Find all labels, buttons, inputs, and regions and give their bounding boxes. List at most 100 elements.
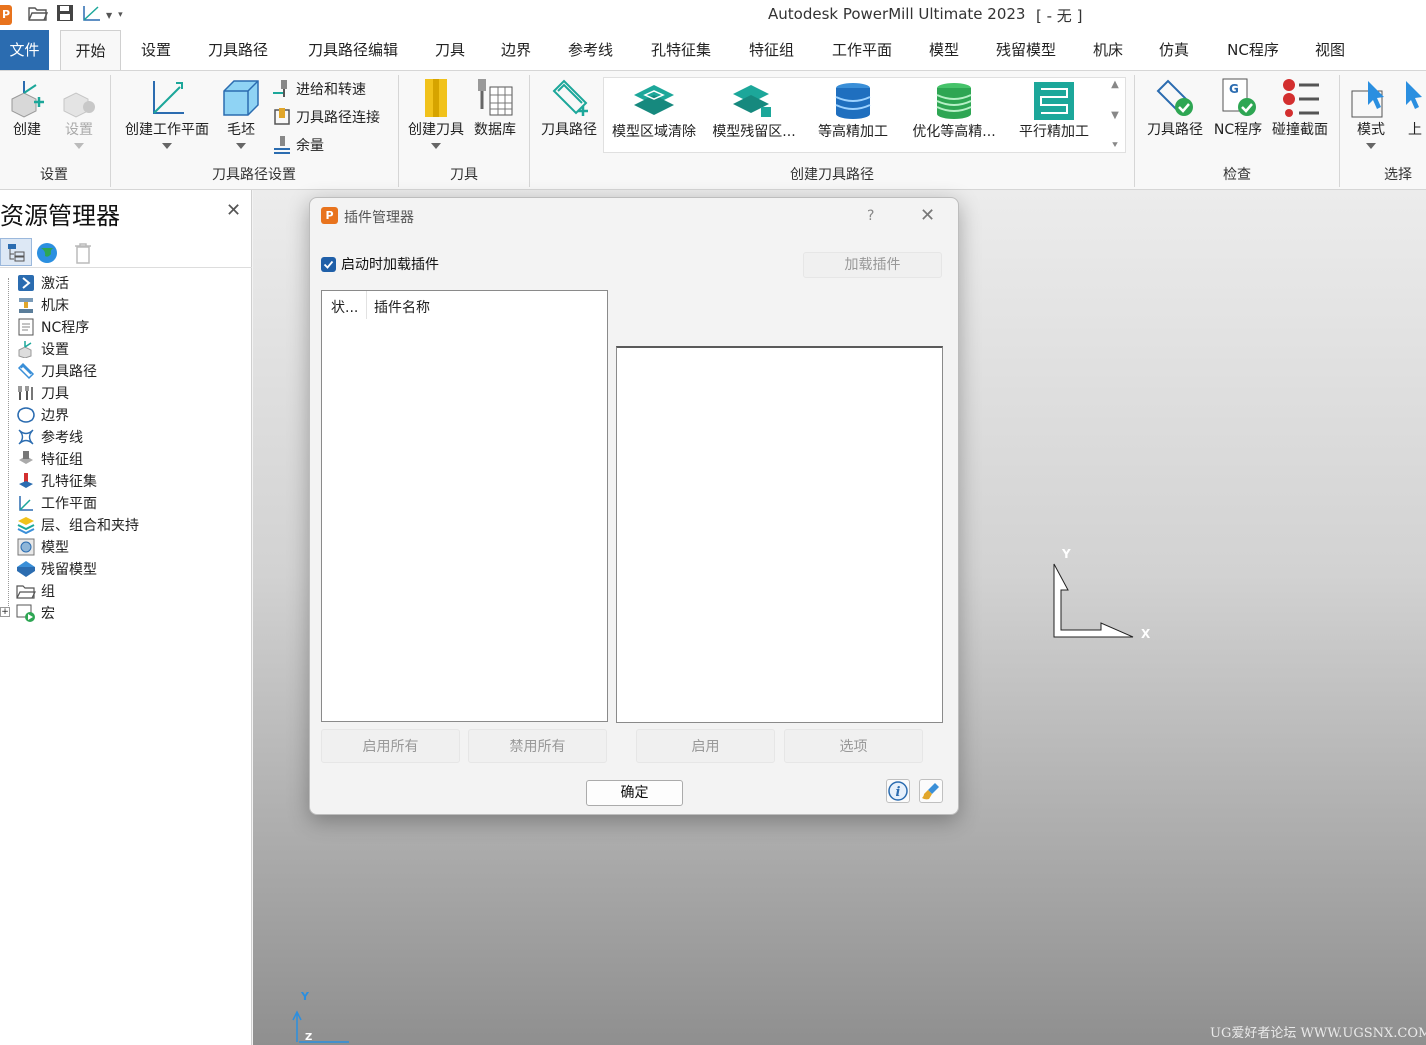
tab-hole-feature[interactable]: 孔特征集 [643,30,719,70]
explorer-close-icon[interactable]: ✕ [226,200,241,221]
tree-view-icon[interactable] [0,238,32,266]
tree-item-toolpaths[interactable]: 刀具路径 [16,360,97,382]
svg-text:i: i [896,785,901,800]
tree-item-active[interactable]: 激活 [16,272,69,294]
disable-all-button[interactable]: 禁用所有 [468,729,607,763]
collision-section-icon [1283,79,1319,117]
tab-model[interactable]: 模型 [921,30,967,70]
open-folder-icon[interactable] [28,4,49,26]
plugin-detail-panel [616,346,943,723]
select-mode-button[interactable]: 模式 [1348,77,1394,149]
tab-feature-group[interactable]: 特征组 [741,30,802,70]
tool-database-label: 数据库 [474,122,516,138]
tree-item-models[interactable]: 模型 [16,536,69,558]
toolpaths-icon [16,361,36,381]
settings-button[interactable]: 设置 [56,77,102,149]
toolpath-strategy-button[interactable]: 刀具路径 [536,77,602,139]
create-tool-button[interactable]: 创建刀具 [404,77,468,149]
tab-simulation[interactable]: 仿真 [1151,30,1197,70]
tree-item-nc-programs[interactable]: NC程序 [16,316,89,338]
checkbox-checked-icon[interactable] [321,256,336,272]
column-plugin-name[interactable]: 插件名称 [374,297,430,317]
options-button[interactable]: 选项 [784,729,923,763]
gallery-down-icon[interactable]: ▼ [1111,110,1119,121]
tool-database-button[interactable]: 数据库 [470,77,520,139]
trash-icon[interactable] [74,242,92,268]
tab-stock-model[interactable]: 残留模型 [988,30,1064,70]
block-button[interactable]: 毛坯 [218,77,264,149]
globe-icon[interactable] [36,242,58,268]
levels-icon [16,515,36,535]
tree-item-boundaries[interactable]: 边界 [16,404,69,426]
select-up-label: 上 [1408,122,1422,138]
verify-toolpath-label: 刀具路径 [1147,122,1203,138]
load-plugin-button[interactable]: 加载插件 [803,252,942,278]
verify-toolpath-button[interactable]: 刀具路径 [1142,77,1208,139]
clean-brush-icon[interactable] [919,779,943,803]
gallery-model-rest-area[interactable]: 模型残留区... [708,81,800,141]
create-workplane-button[interactable]: 创建工作平面 [118,77,216,149]
tree-item-tools[interactable]: 刀具 [16,382,69,404]
ok-button[interactable]: 确定 [586,780,683,806]
toolpath-connections-button[interactable]: 刀具路径连接 [272,107,380,127]
settings-label: 设置 [65,122,93,138]
verify-nc-program-button[interactable]: G NC程序 [1210,77,1266,139]
collision-section-button[interactable]: 碰撞截面 [1268,77,1332,139]
create-setup-button[interactable]: 创建 [4,77,50,139]
mini-axis-z-label: Z [305,1032,313,1043]
info-icon[interactable]: i [886,779,910,803]
column-status[interactable]: 状... [331,297,358,317]
tree-item-macros[interactable]: + 宏 [0,602,55,624]
dialog-close-icon[interactable]: ✕ [920,205,935,226]
tree-item-stock-models[interactable]: 残留模型 [16,558,97,580]
tab-workplane[interactable]: 工作平面 [824,30,900,70]
enable-button[interactable]: 启用 [636,729,775,763]
tab-view[interactable]: 视图 [1307,30,1353,70]
select-up-button[interactable]: 上 [1400,77,1426,139]
tab-pattern[interactable]: 参考线 [560,30,621,70]
tree-item-patterns[interactable]: 参考线 [16,426,83,448]
verify-toolpath-icon [1156,79,1193,116]
gallery-optimised-constant-z[interactable]: 优化等高精... [906,81,1002,141]
tab-boundary[interactable]: 边界 [493,30,539,70]
gallery-more-icon[interactable]: ⯆ [1111,140,1119,151]
group-label-tool: 刀具 [450,167,478,183]
block-cube-icon [223,80,259,116]
active-icon [16,273,36,293]
quick-dropdown-icon[interactable]: ▼ [106,11,112,20]
enable-all-button[interactable]: 启用所有 [321,729,460,763]
tab-toolpath-edit[interactable]: 刀具路径编辑 [300,30,406,70]
dialog-help-button[interactable]: ? [867,208,874,224]
tree-item-hole-feature-sets[interactable]: 孔特征集 [16,470,97,492]
gallery-constant-z[interactable]: 等高精加工 [812,81,894,141]
save-icon[interactable] [56,4,74,26]
tab-nc-program[interactable]: NC程序 [1220,30,1286,70]
gallery-raster-finishing[interactable]: 平行精加工 [1012,81,1096,141]
tree-item-levels[interactable]: 层、组合和夹持 [16,514,139,536]
tab-file[interactable]: 文件 [0,30,49,70]
plugin-list[interactable]: 状... 插件名称 [321,290,608,722]
tab-setup[interactable]: 设置 [133,30,179,70]
tab-toolpath[interactable]: 刀具路径 [200,30,276,70]
expand-macros-icon[interactable]: + [0,607,10,617]
tree-item-workplanes[interactable]: 工作平面 [16,492,97,514]
tab-tool[interactable]: 刀具 [427,30,473,70]
feeds-speeds-icon [273,80,287,97]
tab-home[interactable]: 开始 [60,30,121,71]
gallery-scroll[interactable]: ▲ ▼ ⯆ [1106,79,1124,151]
thickness-button[interactable]: 余量 [272,135,324,155]
load-on-startup-checkbox[interactable]: 启动时加载插件 [321,254,439,274]
workplane-quick-icon[interactable] [82,4,104,26]
tree-item-setups[interactable]: 设置 [16,338,69,360]
feeds-speeds-button[interactable]: 进给和转速 [272,79,366,99]
tab-machine[interactable]: 机床 [1085,30,1131,70]
title-bar: P ▼ ▾ Autodesk PowerMill Ultimate 2023 [… [0,0,1426,30]
gallery-up-icon[interactable]: ▲ [1111,79,1119,90]
tree-item-feature-groups[interactable]: 特征组 [16,448,83,470]
tree-item-machine[interactable]: 机床 [16,294,69,316]
tree-item-groups[interactable]: 组 [16,580,55,602]
customize-qat-icon[interactable]: ▾ [118,10,123,20]
gallery-model-area-clearance[interactable]: 模型区域清除 [606,81,702,141]
thickness-icon [274,136,290,154]
document-status: [ - 无 ] [1036,7,1083,25]
